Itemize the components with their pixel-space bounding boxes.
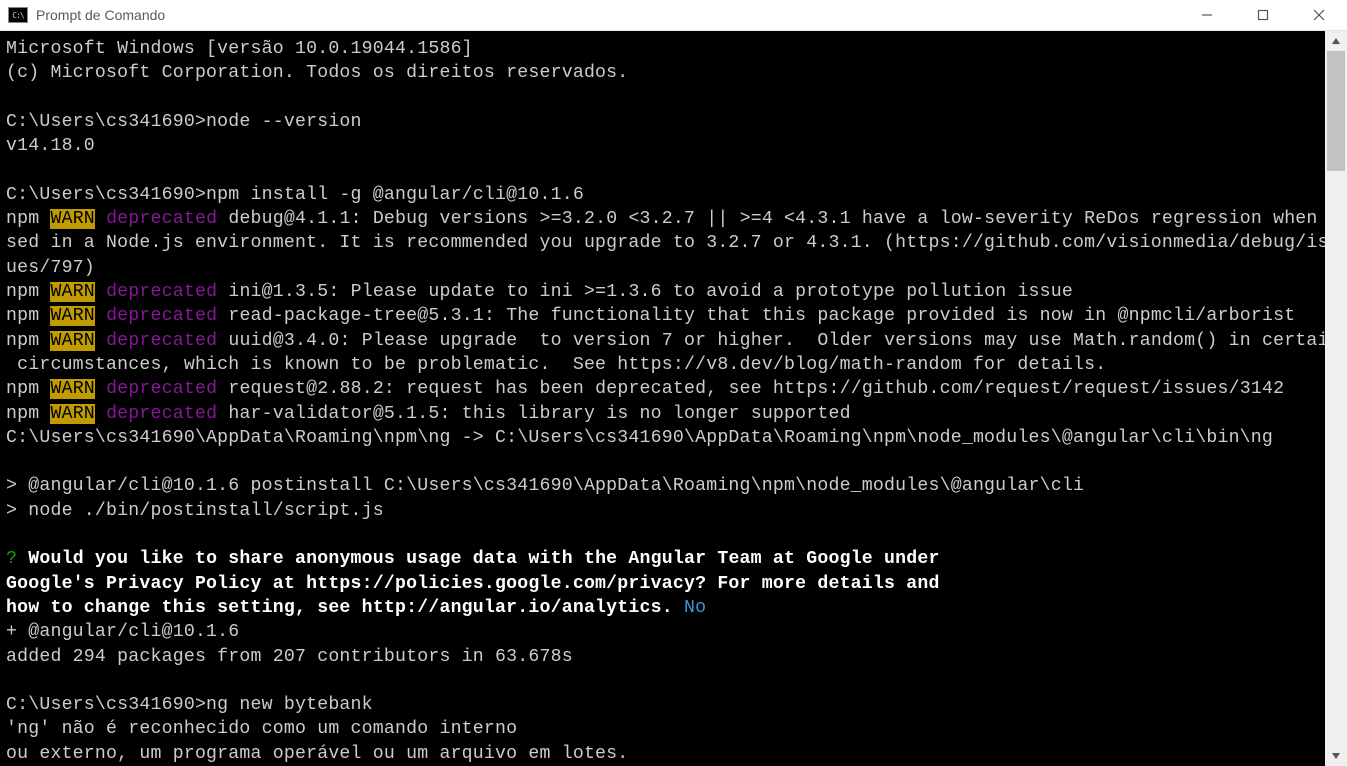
maximize-button[interactable] (1235, 0, 1291, 30)
command-prompt-window: C:\ Prompt de Comando Microsoft Windows … (0, 0, 1347, 766)
warn-message: ini@1.3.5: Please update to ini >=1.3.6 … (217, 282, 1073, 302)
spacer (95, 379, 106, 399)
warn-badge: WARN (50, 282, 94, 302)
window-controls (1179, 0, 1347, 30)
output-line: > @angular/cli@10.1.6 postinstall C:\Use… (6, 476, 1084, 496)
npm-label: npm (6, 282, 50, 302)
spacer (95, 331, 106, 351)
npm-label: npm (6, 306, 50, 326)
terminal-area: Microsoft Windows [versão 10.0.19044.158… (0, 31, 1347, 766)
output-line: v14.18.0 (6, 136, 95, 156)
titlebar[interactable]: C:\ Prompt de Comando (0, 0, 1347, 31)
npm-label: npm (6, 404, 50, 424)
warn-message: uuid@3.4.0: Please upgrade to version 7 … (217, 331, 1325, 351)
spacer (95, 282, 106, 302)
warn-message: debug@4.1.1: Debug versions >=3.2.0 <3.2… (217, 209, 1325, 229)
output-line: + @angular/cli@10.1.6 (6, 622, 239, 642)
question-text: Would you like to share anonymous usage … (17, 549, 940, 569)
scroll-down-arrow-icon[interactable] (1325, 746, 1347, 766)
output-line: circumstances, which is known to be prob… (6, 355, 1106, 375)
minimize-button[interactable] (1179, 0, 1235, 30)
close-button[interactable] (1291, 0, 1347, 30)
output-line: added 294 packages from 207 contributors… (6, 647, 573, 667)
cmd-icon: C:\ (8, 7, 28, 23)
npm-label: npm (6, 209, 50, 229)
answer-text: No (684, 598, 706, 618)
deprecated-label: deprecated (106, 331, 217, 351)
scroll-thumb[interactable] (1327, 51, 1345, 171)
warn-message: request@2.88.2: request has been depreca… (217, 379, 1284, 399)
deprecated-label: deprecated (106, 404, 217, 424)
spacer (95, 209, 106, 229)
warn-badge: WARN (50, 404, 94, 424)
spacer (95, 404, 106, 424)
deprecated-label: deprecated (106, 282, 217, 302)
window-title: Prompt de Comando (36, 7, 165, 23)
question-text: how to change this setting, see http://a… (6, 598, 684, 618)
warn-message: har-validator@5.1.5: this library is no … (217, 404, 851, 424)
prompt-line: C:\Users\cs341690>node --version (6, 112, 362, 132)
output-line: Microsoft Windows [versão 10.0.19044.158… (6, 39, 473, 59)
deprecated-label: deprecated (106, 379, 217, 399)
output-line: sed in a Node.js environment. It is reco… (6, 233, 1325, 253)
vertical-scrollbar[interactable] (1325, 31, 1347, 766)
prompt-line: C:\Users\cs341690>npm install -g @angula… (6, 185, 584, 205)
spacer (95, 306, 106, 326)
output-line: > node ./bin/postinstall/script.js (6, 501, 384, 521)
warn-badge: WARN (50, 306, 94, 326)
error-line: 'ng' não é reconhecido como um comando i… (6, 719, 517, 739)
output-line: C:\Users\cs341690\AppData\Roaming\npm\ng… (6, 428, 1273, 448)
warn-badge: WARN (50, 331, 94, 351)
question-mark-icon: ? (6, 549, 17, 569)
output-line: (c) Microsoft Corporation. Todos os dire… (6, 63, 628, 83)
error-line: ou externo, um programa operável ou um a… (6, 744, 628, 764)
deprecated-label: deprecated (106, 209, 217, 229)
deprecated-label: deprecated (106, 306, 217, 326)
question-text: Google's Privacy Policy at https://polic… (6, 574, 940, 594)
scroll-up-arrow-icon[interactable] (1325, 31, 1347, 51)
prompt-line: C:\Users\cs341690>ng new bytebank (6, 695, 373, 715)
terminal-output[interactable]: Microsoft Windows [versão 10.0.19044.158… (0, 31, 1325, 766)
warn-message: read-package-tree@5.3.1: The functionali… (217, 306, 1295, 326)
npm-label: npm (6, 379, 50, 399)
warn-badge: WARN (50, 379, 94, 399)
output-line: ues/797) (6, 258, 95, 278)
npm-label: npm (6, 331, 50, 351)
warn-badge: WARN (50, 209, 94, 229)
